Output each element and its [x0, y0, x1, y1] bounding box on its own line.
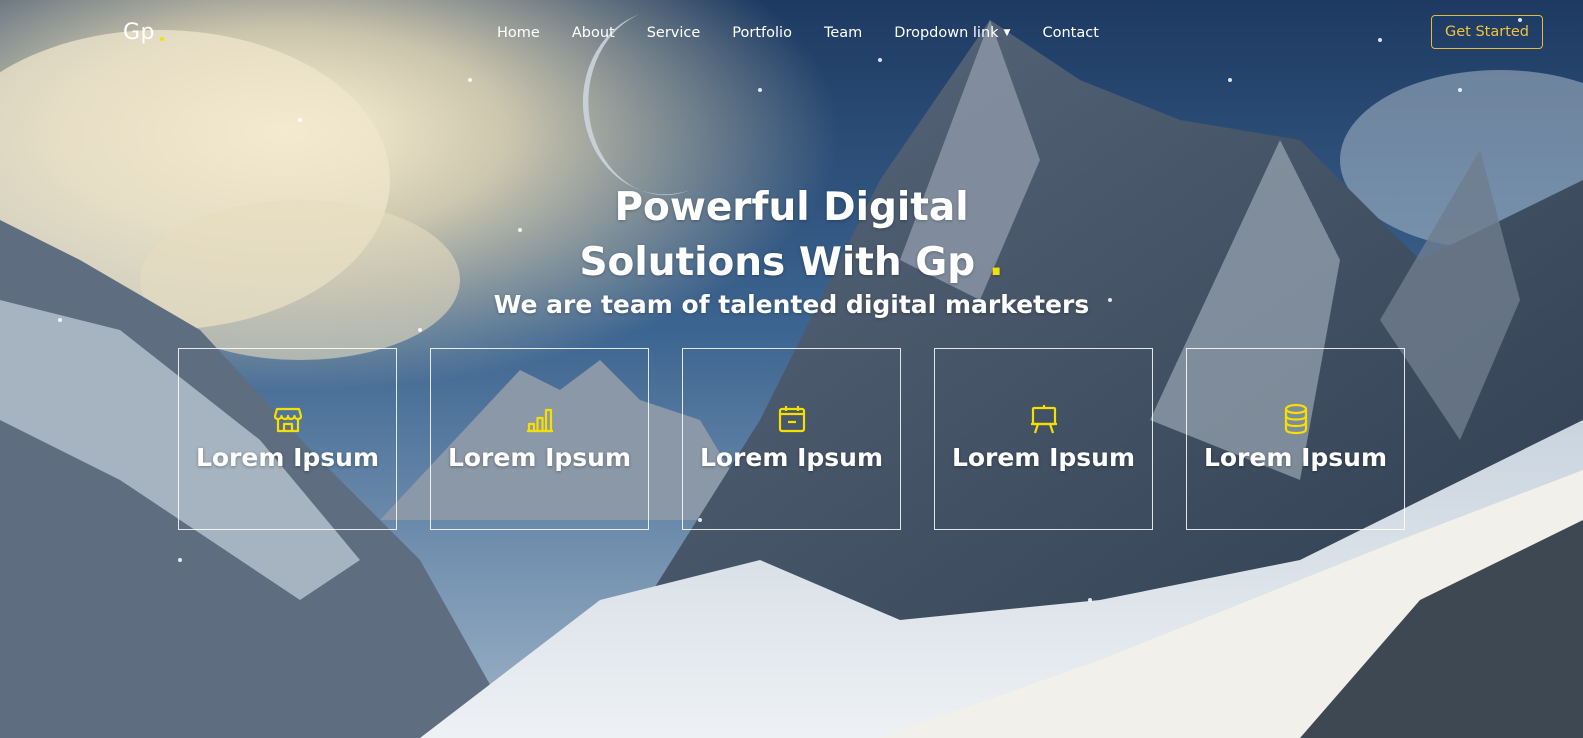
feature-label: Lorem Ipsum: [195, 443, 380, 472]
nav-link-portfolio[interactable]: Portfolio: [732, 23, 792, 43]
hero-title: Powerful Digital Solutions With Gp .: [0, 180, 1583, 290]
brand-logo-dot: [160, 37, 164, 41]
nav-link-team[interactable]: Team: [824, 23, 862, 43]
top-navbar: Gp Home About Service Portfolio Team Dro…: [0, 0, 1583, 64]
hero-title-line-2: Solutions With Gp: [579, 240, 976, 285]
nav-link-label: Service: [646, 25, 701, 41]
bar-chart-icon: [526, 408, 553, 433]
nav-link-label: Home: [497, 25, 540, 41]
nav-link-label: Team: [823, 25, 863, 41]
feature-label: Lorem Ipsum: [1203, 443, 1388, 472]
feature-label: Lorem Ipsum: [699, 443, 884, 472]
get-started-button[interactable]: Get Started: [1431, 15, 1543, 49]
hero-title-accent-dot: .: [988, 240, 1004, 285]
presentation-icon: [1030, 405, 1057, 434]
database-icon: [1284, 403, 1307, 435]
feature-box[interactable]: Lorem Ipsum: [934, 348, 1153, 530]
nav-link-label: Portfolio: [732, 25, 792, 41]
chevron-down-icon: ▼: [1003, 28, 1011, 38]
feature-label: Lorem Ipsum: [951, 443, 1136, 472]
calendar-icon: [778, 406, 805, 433]
nav-link-contact[interactable]: Contact: [1042, 23, 1098, 43]
main-navigation: Home About Service Portfolio Team Dropdo…: [497, 23, 1131, 43]
hero-subtitle: We are team of talented digital marketer…: [493, 290, 1090, 319]
brand-logo[interactable]: Gp: [123, 20, 155, 45]
nav-link-label: Contact: [1042, 25, 1099, 41]
feature-box[interactable]: Lorem Ipsum: [1186, 348, 1405, 530]
nav-link-label: Dropdown link: [894, 25, 999, 41]
nav-link-label: About: [571, 25, 615, 41]
nav-link-service[interactable]: Service: [647, 23, 701, 43]
store-icon: [273, 407, 302, 433]
feature-box[interactable]: Lorem Ipsum: [430, 348, 649, 530]
nav-link-about[interactable]: About: [572, 23, 615, 43]
hero-title-line-1: Powerful Digital: [614, 185, 969, 230]
feature-label: Lorem Ipsum: [447, 443, 632, 472]
feature-boxes: Lorem Ipsum Lorem Ipsum Lorem Ipsum Lore…: [0, 348, 1583, 532]
feature-box[interactable]: Lorem Ipsum: [682, 348, 901, 530]
nav-link-home[interactable]: Home: [497, 23, 540, 43]
feature-box[interactable]: Lorem Ipsum: [178, 348, 397, 530]
nav-link-dropdown[interactable]: Dropdown link ▼: [894, 23, 1010, 43]
